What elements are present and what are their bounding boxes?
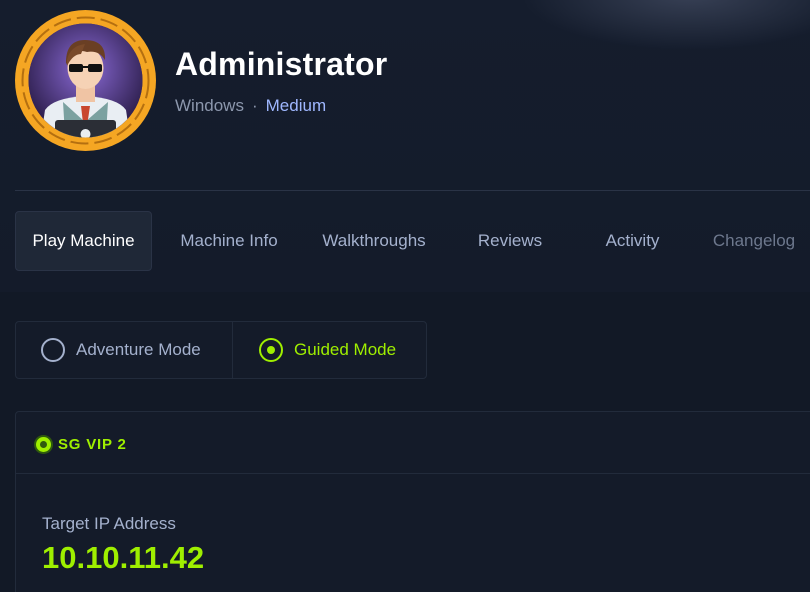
machine-subtitle: Windows · Medium <box>175 96 326 116</box>
machine-difficulty: Medium <box>265 96 327 115</box>
adventure-mode-option[interactable]: Adventure Mode <box>16 322 233 378</box>
target-panel: SG VIP 2 Target IP Address 10.10.11.42 <box>15 411 810 592</box>
tab-play-machine[interactable]: Play Machine <box>15 211 152 271</box>
guided-mode-label: Guided Mode <box>294 340 397 359</box>
hacker-avatar-icon <box>15 10 156 151</box>
subtitle-separator: · <box>251 96 258 115</box>
header-glow <box>520 0 810 50</box>
adventure-mode-label: Adventure Mode <box>76 340 201 359</box>
tab-machine-info[interactable]: Machine Info <box>160 211 298 271</box>
tab-changelog[interactable]: Changelog <box>698 211 810 271</box>
mode-selector: Adventure Mode Guided Mode <box>15 321 427 379</box>
header-divider <box>15 190 810 191</box>
machine-avatar <box>15 10 156 151</box>
target-ip-value[interactable]: 10.10.11.42 <box>42 540 204 576</box>
guided-mode-option[interactable]: Guided Mode <box>234 322 426 378</box>
tab-reviews[interactable]: Reviews <box>447 211 573 271</box>
server-status-icon <box>36 437 51 452</box>
tab-activity[interactable]: Activity <box>570 211 695 271</box>
machine-header: Administrator Windows · Medium Play Machin… <box>0 0 810 292</box>
tab-walkthroughs[interactable]: Walkthroughs <box>305 211 443 271</box>
server-header: SG VIP 2 <box>16 412 810 474</box>
machine-title: Administrator <box>175 46 388 82</box>
server-name[interactable]: SG VIP 2 <box>58 436 127 453</box>
machine-page: Administrator Windows · Medium Play Machin… <box>0 0 810 592</box>
adventure-mode-radio[interactable] <box>41 338 65 362</box>
machine-os: Windows <box>175 96 244 115</box>
target-ip-label: Target IP Address <box>42 514 176 533</box>
guided-mode-radio[interactable] <box>259 338 283 362</box>
